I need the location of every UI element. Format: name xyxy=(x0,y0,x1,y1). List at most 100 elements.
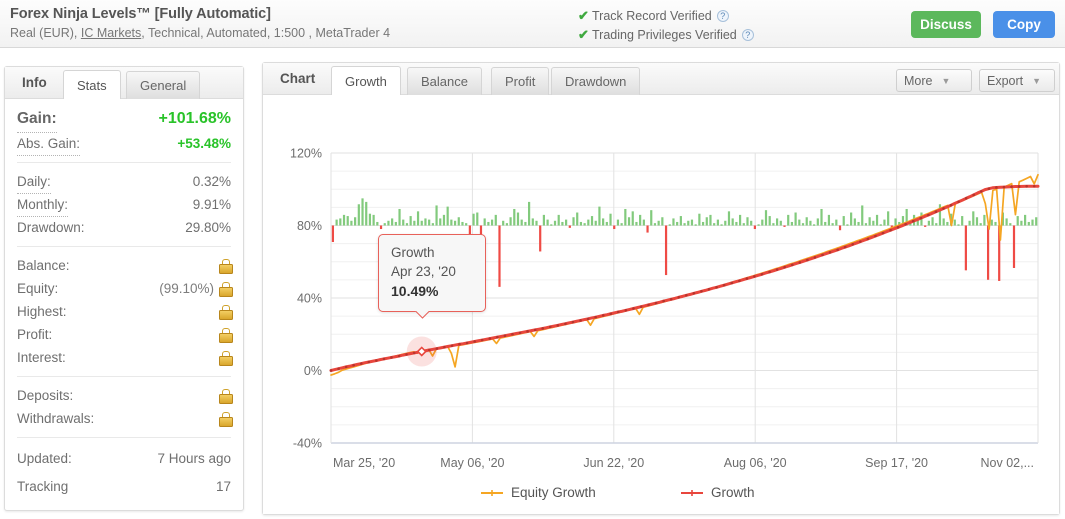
lock-icon xyxy=(219,282,233,297)
chart-tab-drawdown[interactable]: Drawdown xyxy=(551,67,641,95)
stat-label: Highest: xyxy=(17,304,67,319)
chevron-down-icon: ▼ xyxy=(941,76,951,86)
chart-tooltip: Growth Apr 23, '20 10.49% xyxy=(378,234,486,312)
stat-value: +101.68% xyxy=(158,110,231,127)
x-axis-tick-label: Aug 06, '20 xyxy=(724,456,787,470)
chart-tab-chart: Chart xyxy=(280,71,316,86)
stat-row-balance: Balance: xyxy=(17,254,233,277)
y-axis-tick-label: 0% xyxy=(304,364,322,378)
x-axis-tick-label: Mar 25, '20 xyxy=(333,456,395,470)
x-axis-tick-label: May 06, '20 xyxy=(440,456,504,470)
stat-label: Gain: xyxy=(17,105,57,133)
stat-row-deposits: Deposits: xyxy=(17,384,233,407)
divider xyxy=(17,376,231,377)
stat-row-gain: Gain: +101.68% xyxy=(17,105,231,133)
y-axis-tick-label: 80% xyxy=(297,219,322,233)
lock-icon xyxy=(219,389,233,404)
y-axis-tick-label: 40% xyxy=(297,292,322,306)
stat-label: Withdrawals: xyxy=(17,411,95,426)
chart-tab-growth[interactable]: Growth xyxy=(331,66,401,95)
stat-row-monthly: Monthly: 9.91% xyxy=(17,193,231,217)
export-dropdown[interactable]: Export ▼ xyxy=(979,69,1055,92)
verification-label: Track Record Verified xyxy=(592,9,712,23)
tooltip-value: 10.49% xyxy=(391,283,439,299)
stat-value: 29.80% xyxy=(185,220,231,235)
account-type: Real (EUR), xyxy=(10,26,81,40)
verification-badges: ✔ Track Record Verified? ✔ Trading Privile… xyxy=(578,6,754,44)
account-subtitle: Real (EUR), IC Markets, Technical, Autom… xyxy=(10,26,390,40)
y-axis-tick-label: 120% xyxy=(290,147,322,161)
divider xyxy=(17,437,231,438)
help-icon[interactable]: ? xyxy=(716,10,729,22)
stat-label: Balance: xyxy=(17,258,70,273)
page-title: Forex Ninja Levels™ [Fully Automatic] xyxy=(10,6,271,22)
sidebar-tab-info[interactable]: Info xyxy=(11,67,58,98)
stat-value: (99.10%) xyxy=(159,281,214,296)
stat-row-tracking: Tracking 17 xyxy=(17,473,231,501)
discuss-button[interactable]: Discuss xyxy=(911,11,981,38)
stat-row-drawdown: Drawdown: 29.80% xyxy=(17,216,231,239)
stat-value: 7 Hours ago xyxy=(157,451,231,466)
lock-icon xyxy=(219,305,233,320)
broker-link[interactable]: IC Markets xyxy=(81,26,141,40)
lock-icon xyxy=(219,259,233,274)
legend-label[interactable]: Equity Growth xyxy=(511,485,596,500)
sidebar-tabbar: Info Stats General xyxy=(5,67,243,99)
stat-row-updated: Updated: 7 Hours ago xyxy=(17,445,231,473)
stat-label: Tracking xyxy=(17,479,69,494)
stat-label: Drawdown: xyxy=(17,220,85,235)
stat-label: Monthly: xyxy=(17,193,69,217)
export-dropdown-label: Export xyxy=(987,74,1024,88)
stat-row-interest: Interest: xyxy=(17,346,233,369)
verification-label: Trading Privileges Verified xyxy=(592,28,737,42)
sidebar-tab-general[interactable]: General xyxy=(126,71,201,99)
check-icon: ✔ xyxy=(578,27,589,42)
x-axis-tick-label: Sep 17, '20 xyxy=(865,456,928,470)
sidebar-tab-stats[interactable]: Stats xyxy=(63,70,121,99)
y-axis-tick-label: -40% xyxy=(293,437,322,451)
more-dropdown[interactable]: More ▼ xyxy=(896,69,972,92)
chart-tabbar: Chart Growth Balance Profit Drawdown Mor… xyxy=(263,63,1059,95)
stat-value: 0.32% xyxy=(192,174,231,189)
tooltip-date: Apr 23, '20 xyxy=(391,264,456,279)
stat-value: +53.48% xyxy=(177,136,231,151)
help-icon[interactable]: ? xyxy=(741,29,754,41)
page-header: Forex Ninja Levels™ [Fully Automatic] Re… xyxy=(0,0,1065,48)
stat-label: Abs. Gain: xyxy=(17,132,81,156)
divider xyxy=(17,246,231,247)
chart-tab-balance[interactable]: Balance xyxy=(407,67,482,95)
stat-label: Daily: xyxy=(17,170,51,194)
check-icon: ✔ xyxy=(578,8,589,23)
stat-row-daily: Daily: 0.32% xyxy=(17,170,231,194)
stat-row-profit: Profit: xyxy=(17,323,233,346)
verification-row-track-record: ✔ Track Record Verified? xyxy=(578,6,754,25)
chart-legend: Equity Growth Growth xyxy=(481,485,755,500)
chart-panel: Chart Growth Balance Profit Drawdown Mor… xyxy=(262,62,1060,515)
account-details: , Technical, Automated, 1:500 , MetaTrad… xyxy=(141,26,391,40)
copy-button[interactable]: Copy xyxy=(993,11,1055,38)
divider xyxy=(17,162,231,163)
chart-tab-profit[interactable]: Profit xyxy=(491,67,550,95)
tooltip-arrow xyxy=(415,311,429,320)
stat-row-equity: Equity: (99.10%) xyxy=(17,277,233,300)
stat-row-withdrawals: Withdrawals: xyxy=(17,407,233,430)
verification-row-trading-privileges: ✔ Trading Privileges Verified? xyxy=(578,25,754,44)
x-axis-tick-label: Nov 02,... xyxy=(981,456,1035,470)
x-axis-tick-label: Jun 22, '20 xyxy=(583,456,644,470)
lock-icon xyxy=(219,412,233,427)
stat-label: Equity: xyxy=(17,281,59,296)
growth-chart[interactable]: -40% 0% 40% 80% 120% Mar 25, '20 May 06, '20 Ju… xyxy=(263,95,1059,514)
more-dropdown-label: More xyxy=(904,74,933,88)
legend-label[interactable]: Growth xyxy=(711,485,755,500)
chevron-down-icon: ▼ xyxy=(1032,76,1042,86)
stat-label: Interest: xyxy=(17,350,66,365)
stat-label: Deposits: xyxy=(17,388,74,403)
tooltip-series: Growth xyxy=(391,245,435,260)
stat-label: Updated: xyxy=(17,451,72,466)
stat-label: Profit: xyxy=(17,327,53,342)
lock-icon xyxy=(219,328,233,343)
stat-value: 17 xyxy=(215,479,231,494)
stat-row-abs-gain: Abs. Gain: +53.48% xyxy=(17,132,231,156)
stats-list: Gain: +101.68% Abs. Gain: +53.48% Daily:… xyxy=(5,99,243,501)
stats-sidebar-panel: Info Stats General Gain: +101.68% Abs. G… xyxy=(4,66,244,511)
